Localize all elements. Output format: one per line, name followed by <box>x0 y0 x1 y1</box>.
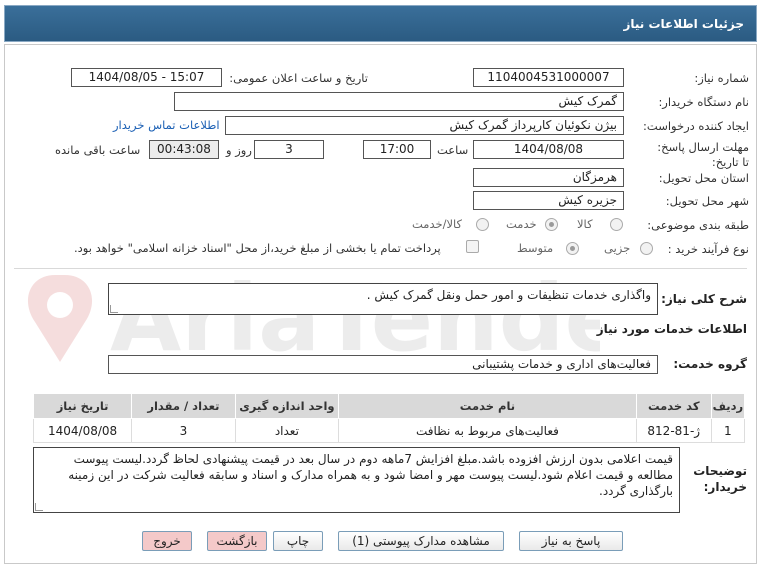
category-option-service: خدمت <box>506 217 537 231</box>
notes-label: توضیحات خریدار: <box>693 464 747 494</box>
cell-unit: تعداد <box>234 418 340 443</box>
cell-row-number: 1 <box>710 418 746 443</box>
col-header-need-date: تاریخ نیاز <box>32 393 133 419</box>
deadline-label: مهلت ارسال پاسخ: تا تاریخ: <box>657 140 749 169</box>
buyer-org-field: گمرک کیش <box>174 92 624 111</box>
announce-datetime-field: 1404/08/05 - 15:07 <box>71 68 222 87</box>
service-group-label: گروه خدمت: <box>673 357 747 371</box>
summary-label: شرح کلی نیاز: <box>661 292 747 306</box>
creator-label: ایجاد کننده درخواست: <box>643 119 749 133</box>
category-label: طبقه بندی موضوعی: <box>647 218 749 232</box>
cell-service-code: ژ-81-812 <box>635 418 712 443</box>
table-header-row: ردیف کد خدمت نام خدمت واحد اندازه گیری ت… <box>32 393 746 419</box>
category-radio-goods-service[interactable] <box>476 218 489 231</box>
province-field: هرمزگان <box>473 168 624 187</box>
time-label: ساعت <box>437 143 469 157</box>
cell-quantity: 3 <box>131 418 236 443</box>
province-label: استان محل تحویل: <box>658 171 749 185</box>
services-section-title: اطلاعات خدمات مورد نیاز <box>596 322 747 336</box>
remaining-label: ساعت باقی مانده <box>55 143 141 157</box>
category-option-goods-service: کالا/خدمت <box>412 217 463 231</box>
city-label: شهر محل تحویل: <box>665 194 749 208</box>
notes-textarea[interactable]: قیمت اعلامی بدون ارزش افزوده باشد.مبلغ ا… <box>33 447 680 513</box>
col-header-service-name: نام خدمت <box>338 393 637 419</box>
deadline-time-field: 17:00 <box>363 140 431 159</box>
page-header: جزئیات اطلاعات نیاز <box>4 5 757 42</box>
purchase-radio-medium[interactable] <box>566 242 579 255</box>
divider <box>14 268 747 269</box>
notes-text: قیمت اعلامی بدون ارزش افزوده باشد.مبلغ ا… <box>68 452 673 498</box>
col-header-unit: واحد اندازه گیری <box>234 393 340 419</box>
service-group-field: فعالیت‌های اداری و خدمات پشتیبانی <box>108 355 658 374</box>
category-radio-goods[interactable] <box>610 218 623 231</box>
col-header-service-code: کد خدمت <box>635 393 712 419</box>
remaining-time-field: 00:43:08 <box>149 140 219 159</box>
treasury-note: پرداخت تمام یا بخشی از مبلغ خرید،از محل … <box>74 241 441 255</box>
purchase-option-medium: متوسط <box>517 241 554 255</box>
resize-grip-icon[interactable] <box>35 503 43 511</box>
days-label: روز و <box>226 143 252 157</box>
summary-textarea[interactable]: واگذاری خدمات تنظیفات و امور حمل ونقل گم… <box>108 283 658 315</box>
deadline-date-field: 1404/08/08 <box>473 140 624 159</box>
need-number-label: شماره نیاز: <box>694 71 749 85</box>
purchase-radio-minor[interactable] <box>640 242 653 255</box>
table-row: 1 ژ-81-812 فعالیت‌های مربوط به نظافت تعد… <box>32 418 746 443</box>
purchase-type-label: نوع فرآیند خرید : <box>667 242 749 256</box>
col-header-row-number: ردیف <box>710 393 746 419</box>
resize-grip-icon[interactable] <box>110 305 118 313</box>
print-button[interactable]: چاپ <box>273 531 323 551</box>
days-field: 3 <box>254 140 324 159</box>
city-field: جزیره کیش <box>473 191 624 210</box>
purchase-option-minor: جزیی <box>604 241 631 255</box>
page-title: جزئیات اطلاعات نیاز <box>623 17 744 31</box>
services-table: ردیف کد خدمت نام خدمت واحد اندازه گیری ت… <box>32 393 746 443</box>
category-radio-service[interactable] <box>545 218 558 231</box>
buyer-org-label: نام دستگاه خریدار: <box>658 95 749 109</box>
announce-label: تاریخ و ساعت اعلان عمومی: <box>229 71 368 85</box>
summary-text: واگذاری خدمات تنظیفات و امور حمل ونقل گم… <box>366 288 651 302</box>
view-attachments-button[interactable]: مشاهده مدارک پیوستی (1) <box>338 531 504 551</box>
back-button[interactable]: بازگشت <box>207 531 267 551</box>
cell-service-name: فعالیت‌های مربوط به نظافت <box>338 418 637 443</box>
cell-need-date: 1404/08/08 <box>32 418 133 443</box>
exit-button[interactable]: خروج <box>142 531 192 551</box>
category-option-goods: کالا <box>577 217 593 231</box>
col-header-quantity: تعداد / مقدار <box>131 393 236 419</box>
need-number-field: 1104004531000007 <box>473 68 624 87</box>
creator-field: بیژن نکوئیان کارپرداز گمرک کیش <box>225 116 624 135</box>
reply-button[interactable]: پاسخ به نیاز <box>519 531 623 551</box>
treasury-checkbox[interactable] <box>466 240 479 253</box>
buyer-contact-link[interactable]: اطلاعات تماس خریدار <box>113 118 220 132</box>
